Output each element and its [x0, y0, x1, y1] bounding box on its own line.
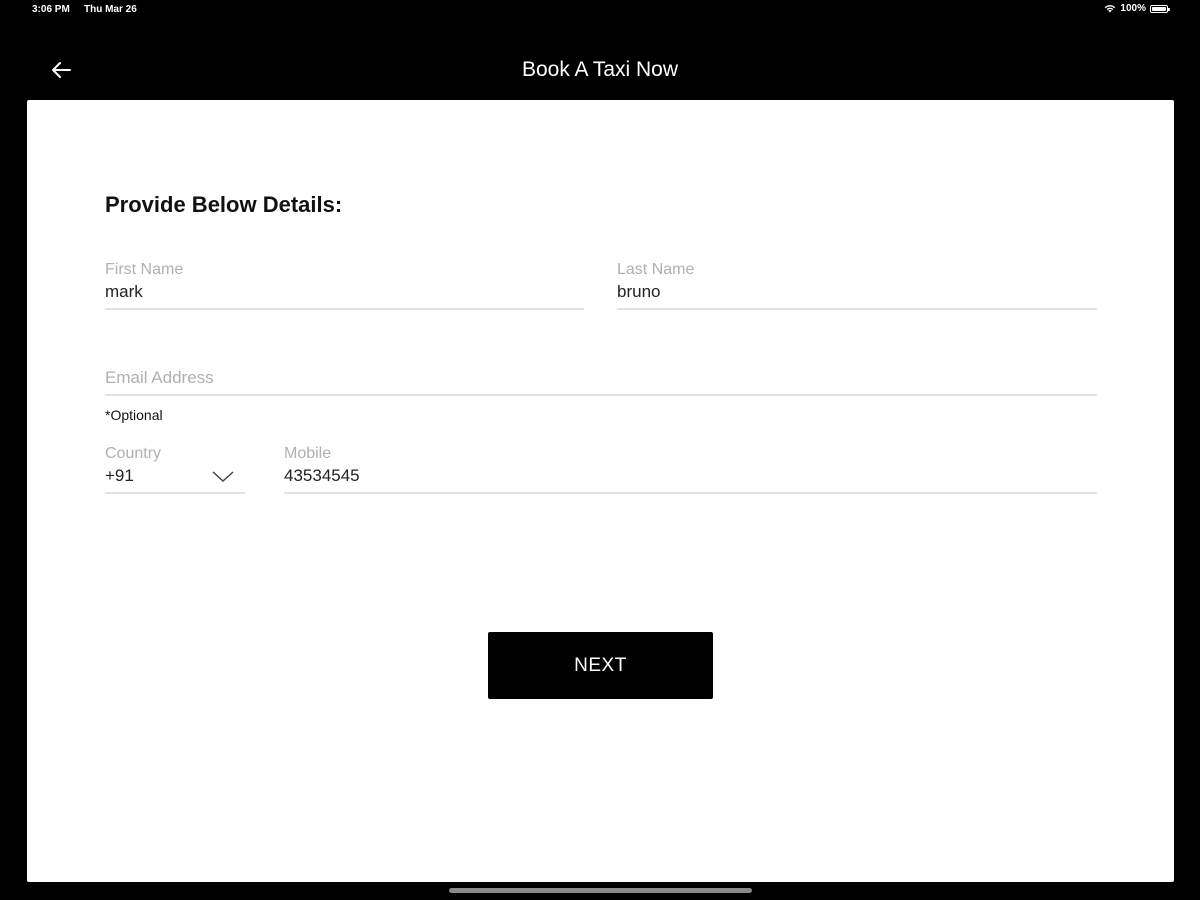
mobile-label: Mobile	[284, 445, 332, 462]
chevron-down-icon	[212, 471, 234, 483]
battery-fill	[1152, 6, 1166, 11]
nav-bar: Book A Taxi Now	[0, 40, 1200, 100]
next-button[interactable]: NEXT	[488, 632, 713, 699]
form-heading: Provide Below Details:	[105, 192, 343, 217]
battery-percent: 100%	[1120, 3, 1146, 14]
country-select[interactable]: +91	[105, 464, 245, 494]
email-field	[105, 366, 1097, 396]
email-input[interactable]	[105, 366, 1097, 396]
last-name-input[interactable]	[617, 280, 1097, 310]
country-field: Country +91	[105, 444, 245, 494]
status-bar: 3:06 PM Thu Mar 26 100%	[0, 0, 1200, 20]
country-label: Country	[105, 445, 162, 462]
country-code-value: +91	[105, 466, 134, 485]
first-name-label: First Name	[105, 261, 184, 278]
mobile-field: Mobile	[284, 444, 1097, 494]
wifi-icon	[1105, 5, 1116, 13]
last-name-field: Last Name	[617, 260, 1097, 310]
screen: 3:06 PM Thu Mar 26 100% Book A Taxi Now …	[0, 0, 1200, 900]
first-name-input[interactable]	[105, 280, 584, 310]
status-right: 100%	[1104, 3, 1170, 14]
battery-icon	[1150, 4, 1170, 13]
status-time: 3:06 PM	[32, 4, 70, 15]
form-card: Provide Below Details: First Name Last N…	[27, 100, 1174, 882]
home-indicator[interactable]	[449, 888, 752, 893]
last-name-label: Last Name	[617, 261, 695, 278]
mobile-input[interactable]	[284, 464, 1097, 494]
status-date: Thu Mar 26	[84, 4, 137, 15]
email-optional-note: *Optional	[105, 407, 163, 423]
first-name-field: First Name	[105, 260, 584, 310]
page-title: Book A Taxi Now	[521, 58, 679, 81]
